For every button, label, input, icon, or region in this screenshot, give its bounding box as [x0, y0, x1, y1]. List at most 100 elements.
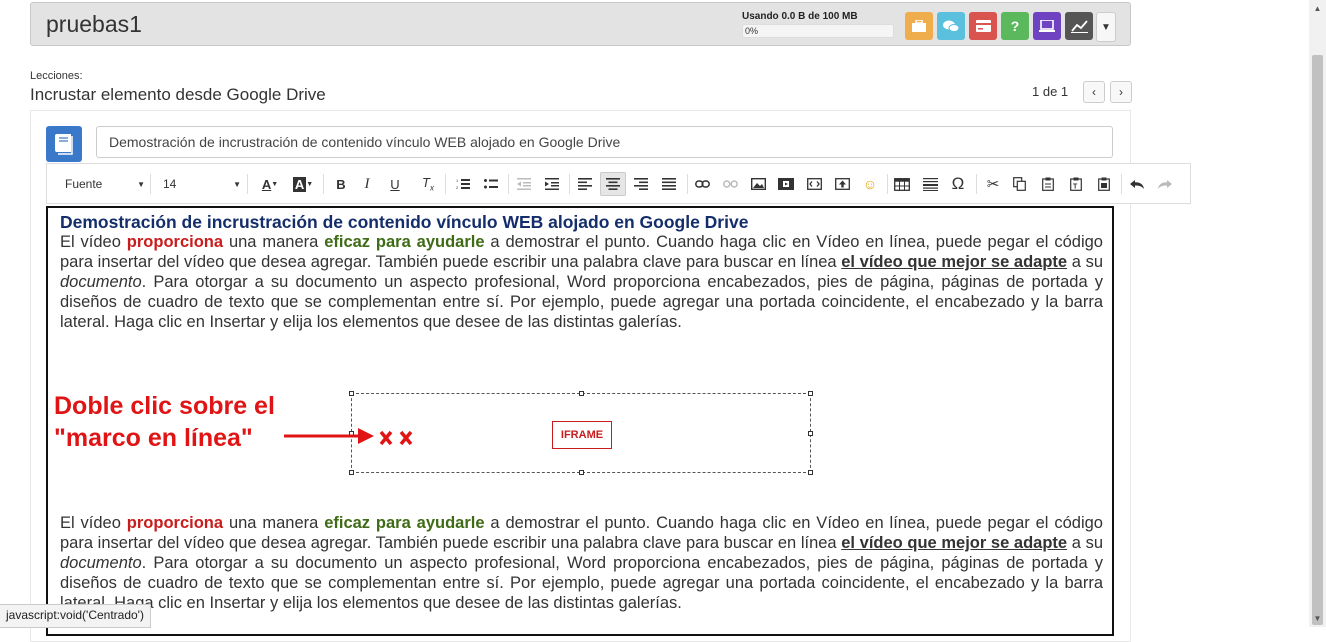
image-button[interactable]: [747, 172, 769, 196]
undo-icon: [1129, 179, 1144, 189]
question-icon: ?: [1010, 18, 1020, 34]
storage-usage-label: Usando 0.0 B de 100 MB: [742, 11, 858, 22]
indent-button[interactable]: [541, 172, 563, 196]
chevron-down-icon: ▼: [1101, 21, 1111, 33]
chat-icon: [943, 20, 959, 32]
font-family-select-label: Fuente: [65, 177, 103, 191]
copy-icon: [1012, 177, 1026, 191]
scroll-down-icon[interactable]: ▼: [1309, 610, 1326, 627]
annotation-arrow-icon: [284, 428, 413, 446]
redo-icon: [1157, 179, 1172, 189]
bullet-list-button[interactable]: [480, 172, 502, 196]
paste-button[interactable]: [1037, 172, 1059, 196]
copy-button[interactable]: [1008, 172, 1030, 196]
font-size-select-label: 14: [163, 177, 177, 191]
omega-icon: Ω: [951, 174, 965, 193]
text-color-icon: A: [261, 176, 272, 192]
text-color-button[interactable]: A ▼: [257, 172, 283, 196]
unlink-button[interactable]: [719, 172, 741, 196]
justify-button[interactable]: [658, 172, 680, 196]
upload-button[interactable]: [831, 172, 853, 196]
horizontal-rule-button[interactable]: [919, 172, 941, 196]
toolbar-divider: [687, 174, 688, 194]
media-icon: [778, 178, 794, 190]
underline-button[interactable]: U: [385, 172, 405, 196]
svg-text:T: T: [1073, 184, 1078, 191]
chart-button[interactable]: [1065, 12, 1093, 40]
font-family-select[interactable]: Fuente ▼: [65, 172, 145, 196]
briefcase-icon: [912, 20, 926, 32]
table-button[interactable]: [891, 172, 913, 196]
align-left-button[interactable]: [574, 172, 596, 196]
paste-text-button[interactable]: T: [1065, 172, 1087, 196]
resize-handle[interactable]: [808, 391, 813, 396]
italic-text: documento: [60, 554, 142, 572]
italic-icon: I: [364, 175, 370, 192]
remove-format-button[interactable]: Tx: [417, 172, 439, 196]
resize-handle[interactable]: [349, 391, 354, 396]
toolbar-divider: [887, 174, 888, 194]
scissors-icon: ✂: [986, 176, 1000, 193]
chevron-down-icon: ▼: [233, 179, 241, 189]
bold-button[interactable]: B: [331, 172, 351, 196]
laptop-button[interactable]: [1033, 12, 1061, 40]
cut-button[interactable]: ✂: [982, 172, 1004, 196]
briefcase-button[interactable]: [905, 12, 933, 40]
underlined-text: el vídeo que mejor se adapte: [841, 534, 1068, 552]
align-right-button[interactable]: [630, 172, 652, 196]
document-paragraph: El vídeo proporciona una manera eficaz p…: [60, 233, 1103, 331]
outdent-button[interactable]: [513, 172, 535, 196]
help-button[interactable]: ?: [1001, 12, 1029, 40]
bold-icon: B: [336, 176, 346, 192]
annotation-line-1: Doble clic sobre el: [54, 392, 275, 420]
document-paragraph: El vídeo proporciona una manera eficaz p…: [60, 514, 1103, 612]
svg-text:2: 2: [456, 185, 459, 190]
link-icon: [694, 180, 710, 188]
emphasis-red: proporciona: [126, 514, 224, 532]
storage-usage: Usando 0.0 B de 100 MB 0%: [742, 11, 894, 38]
special-character-button[interactable]: Ω: [947, 172, 969, 196]
card-icon: [975, 20, 991, 32]
prev-lesson-button[interactable]: ‹: [1083, 81, 1105, 103]
resize-handle[interactable]: [349, 470, 354, 475]
media-button[interactable]: [775, 172, 797, 196]
toolbar-divider: [508, 174, 509, 194]
italic-button[interactable]: I: [357, 172, 377, 196]
remove-format-icon: Tx: [422, 175, 434, 193]
lesson-description-input[interactable]: [96, 126, 1113, 158]
next-lesson-button[interactable]: ›: [1110, 81, 1132, 103]
resize-handle[interactable]: [808, 470, 813, 475]
background-color-button[interactable]: A ▼: [290, 172, 316, 196]
align-center-button[interactable]: [600, 172, 626, 196]
card-button[interactable]: [969, 12, 997, 40]
page-scrollbar[interactable]: ▲ ▼: [1309, 0, 1326, 627]
justify-icon: [662, 178, 676, 190]
paste-text-icon: T: [1070, 177, 1082, 191]
horizontal-rule-icon: [922, 177, 938, 191]
chevron-down-icon: ▼: [137, 179, 145, 189]
emoticons-button[interactable]: ☺: [859, 172, 881, 196]
italic-text: documento: [60, 273, 142, 291]
emphasis-green: eficaz para ayudarle: [324, 514, 485, 532]
link-button[interactable]: [691, 172, 713, 196]
redo-button[interactable]: [1153, 172, 1175, 196]
more-dropdown-button[interactable]: ▼: [1096, 12, 1116, 42]
scroll-up-icon[interactable]: ▲: [1309, 0, 1326, 17]
undo-button[interactable]: [1126, 172, 1148, 196]
paste-word-button[interactable]: [1093, 172, 1115, 196]
toolbar-divider: [569, 174, 570, 194]
scrollbar-thumb[interactable]: [1312, 55, 1323, 625]
align-center-icon: [606, 178, 620, 190]
toolbar-divider: [445, 174, 446, 194]
unlink-icon: [722, 180, 738, 188]
resize-handle[interactable]: [808, 431, 813, 436]
annotation-text: Doble clic sobre el "marco en línea": [54, 390, 275, 454]
numbered-list-button[interactable]: 12: [452, 172, 474, 196]
resize-handle[interactable]: [579, 391, 584, 396]
toolbar-divider: [1121, 174, 1122, 194]
underlined-text: el vídeo que mejor se adapte: [841, 253, 1068, 271]
font-size-select[interactable]: 14 ▼: [163, 172, 241, 196]
code-sample-button[interactable]: [803, 172, 825, 196]
resize-handle[interactable]: [579, 470, 584, 475]
chat-button[interactable]: [937, 12, 965, 40]
